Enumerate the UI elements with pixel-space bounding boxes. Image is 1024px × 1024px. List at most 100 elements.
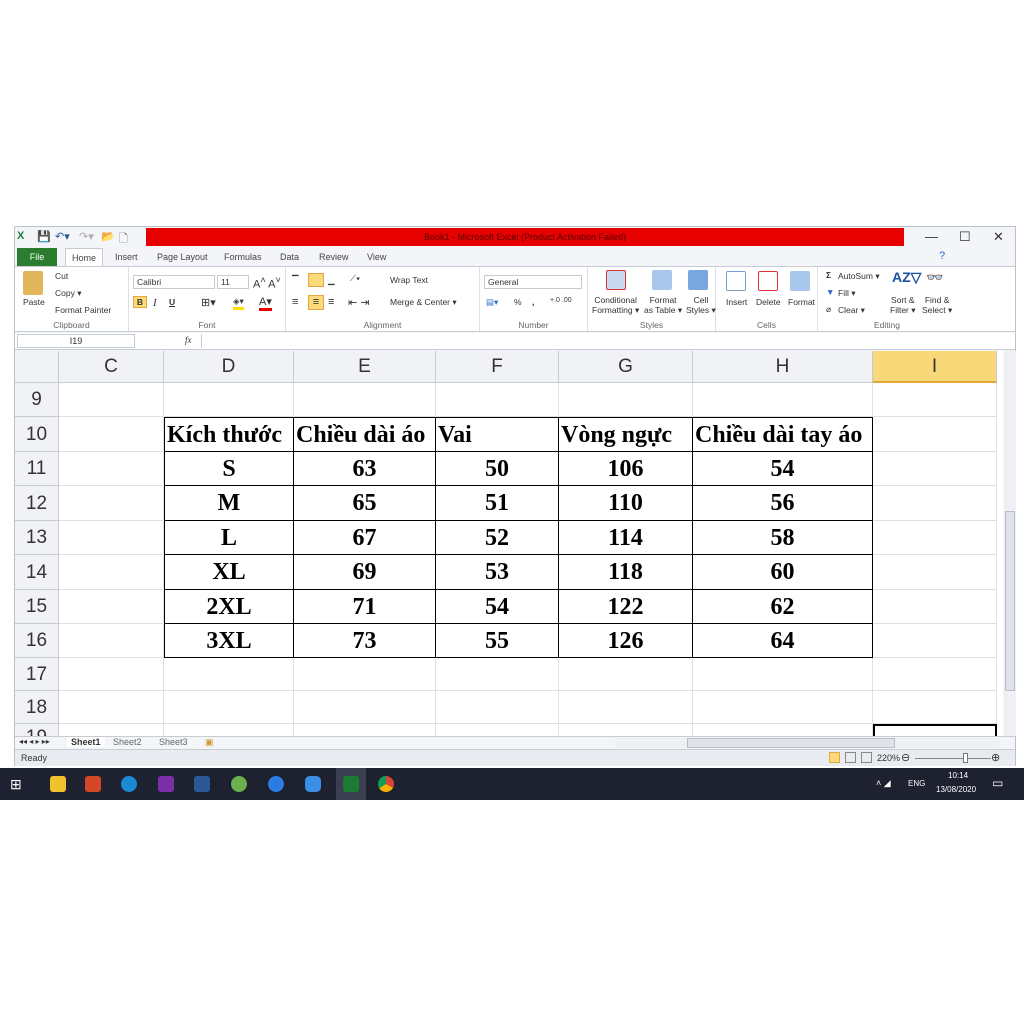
fx-icon[interactable]: fx <box>185 335 192 345</box>
sheet-nav-icons[interactable]: ◂◂ ◂ ▸ ▸▸ <box>19 737 50 746</box>
tab-page-layout[interactable]: Page Layout <box>151 248 214 266</box>
cell-I10[interactable] <box>873 417 997 452</box>
borders-icon[interactable]: ⊞▾ <box>201 296 216 309</box>
comma-button[interactable]: , <box>532 297 534 307</box>
maximize-button[interactable]: ☐ <box>959 229 971 245</box>
paste-button[interactable]: Paste <box>23 297 45 307</box>
formula-input[interactable] <box>201 334 1011 348</box>
powerpoint-icon[interactable] <box>85 776 101 792</box>
cell-C17[interactable] <box>59 658 164 691</box>
row-header-9[interactable]: 9 <box>15 383 59 417</box>
cell-I9[interactable] <box>873 383 997 417</box>
row-header-16[interactable]: 16 <box>15 624 59 658</box>
cell-C9[interactable] <box>59 383 164 417</box>
conditional-formatting-button[interactable]: Conditional Formatting ▾ <box>592 295 639 315</box>
cell-H16[interactable]: 64 <box>693 624 873 658</box>
column-header-D[interactable]: D <box>164 351 294 383</box>
cell-D13[interactable]: L <box>164 521 294 555</box>
cell-E17[interactable] <box>294 658 436 691</box>
cell-C16[interactable] <box>59 624 164 658</box>
notification-icon[interactable]: ▭ <box>992 776 1003 790</box>
cell-E11[interactable]: 63 <box>294 452 436 486</box>
grow-font-icon[interactable]: A˄ A˅ <box>253 275 281 291</box>
column-header-G[interactable]: G <box>559 351 693 383</box>
tab-home[interactable]: Home <box>65 248 104 266</box>
cell-F17[interactable] <box>436 658 559 691</box>
tray-icons[interactable]: ˄ ◢ <box>876 778 891 789</box>
cell-D15[interactable]: 2XL <box>164 590 294 624</box>
column-header-C[interactable]: C <box>59 351 164 383</box>
row-header-12[interactable]: 12 <box>15 486 59 521</box>
page-break-view-icon[interactable] <box>861 752 872 763</box>
onenote-icon[interactable] <box>158 776 174 792</box>
cell-C12[interactable] <box>59 486 164 521</box>
clock-date[interactable]: 13/08/2020 <box>936 785 976 794</box>
zoom-in-button[interactable]: ⊕ <box>991 751 1000 764</box>
language-indicator[interactable]: ENG <box>908 779 925 788</box>
vertical-scrollbar[interactable] <box>1004 351 1016 736</box>
font-color-icon[interactable]: A▾ <box>259 295 272 311</box>
sheet-tab-2[interactable]: Sheet2 <box>113 737 142 747</box>
bold-button[interactable]: B <box>133 296 147 308</box>
cell-G11[interactable]: 106 <box>559 452 693 486</box>
align-middle-icon[interactable] <box>308 273 324 287</box>
cell-D19[interactable] <box>164 724 294 736</box>
cell-E15[interactable]: 71 <box>294 590 436 624</box>
tab-review[interactable]: Review <box>313 248 355 266</box>
cell-F12[interactable]: 51 <box>436 486 559 521</box>
cell-G13[interactable]: 114 <box>559 521 693 555</box>
delete-button[interactable]: Delete <box>756 297 781 307</box>
cell-E9[interactable] <box>294 383 436 417</box>
cell-G19[interactable] <box>559 724 693 736</box>
cell-I18[interactable] <box>873 691 997 724</box>
orientation-icon[interactable]: ⟋▾ <box>350 273 360 284</box>
horizontal-scrollbar[interactable] <box>615 738 999 748</box>
clear-button[interactable]: Clear ▾ <box>838 305 865 316</box>
close-button[interactable]: ✕ <box>993 229 1004 245</box>
cell-G17[interactable] <box>559 658 693 691</box>
cell-D11[interactable]: S <box>164 452 294 486</box>
app-icon[interactable] <box>231 776 247 792</box>
column-header-F[interactable]: F <box>436 351 559 383</box>
cell-C19[interactable] <box>59 724 164 736</box>
tab-formulas[interactable]: Formulas <box>218 248 268 266</box>
tab-view[interactable]: View <box>361 248 392 266</box>
cell-F18[interactable] <box>436 691 559 724</box>
sheet-tab-1[interactable]: Sheet1 <box>67 737 105 747</box>
cell-F9[interactable] <box>436 383 559 417</box>
align-bottom-icon[interactable]: ▁ <box>328 275 335 286</box>
zoom-level[interactable]: 220% <box>877 753 900 763</box>
name-box[interactable]: I19 <box>17 334 135 348</box>
sheet-tab-3[interactable]: Sheet3 <box>159 737 188 747</box>
cell-H11[interactable]: 54 <box>693 452 873 486</box>
page-layout-view-icon[interactable] <box>845 752 856 763</box>
cell-I13[interactable] <box>873 521 997 555</box>
format-as-table-button[interactable]: Format as Table ▾ <box>644 295 682 315</box>
cell-D12[interactable]: M <box>164 486 294 521</box>
currency-icon[interactable]: ▤▾ <box>486 297 498 308</box>
windows-start-icon[interactable]: ⊞ <box>10 776 22 793</box>
cell-E13[interactable]: 67 <box>294 521 436 555</box>
scroll-thumb[interactable] <box>1005 511 1015 691</box>
cell-F14[interactable]: 53 <box>436 555 559 590</box>
cell-F10[interactable]: Vai <box>436 417 559 452</box>
cell-G9[interactable] <box>559 383 693 417</box>
align-left-icon[interactable]: ≡ <box>292 296 298 308</box>
app-shield-icon[interactable] <box>305 776 321 792</box>
cell-I17[interactable] <box>873 658 997 691</box>
find-select-button[interactable]: Find & Select ▾ <box>922 295 952 315</box>
minimize-button[interactable]: — <box>925 229 938 244</box>
cell-E19[interactable] <box>294 724 436 736</box>
cell-styles-button[interactable]: Cell Styles ▾ <box>686 295 716 315</box>
cell-I11[interactable] <box>873 452 997 486</box>
align-right-icon[interactable]: ≡ <box>328 296 334 308</box>
cell-D18[interactable] <box>164 691 294 724</box>
excel-taskbar-active[interactable] <box>336 768 366 800</box>
cell-E12[interactable]: 65 <box>294 486 436 521</box>
cell-F19[interactable] <box>436 724 559 736</box>
autosum-button[interactable]: AutoSum ▾ <box>838 271 880 282</box>
format-button[interactable]: Format <box>788 297 815 307</box>
normal-view-icon[interactable] <box>829 752 840 763</box>
cell-F13[interactable]: 52 <box>436 521 559 555</box>
indent-icons[interactable]: ⇤ ⇥ <box>348 296 370 309</box>
